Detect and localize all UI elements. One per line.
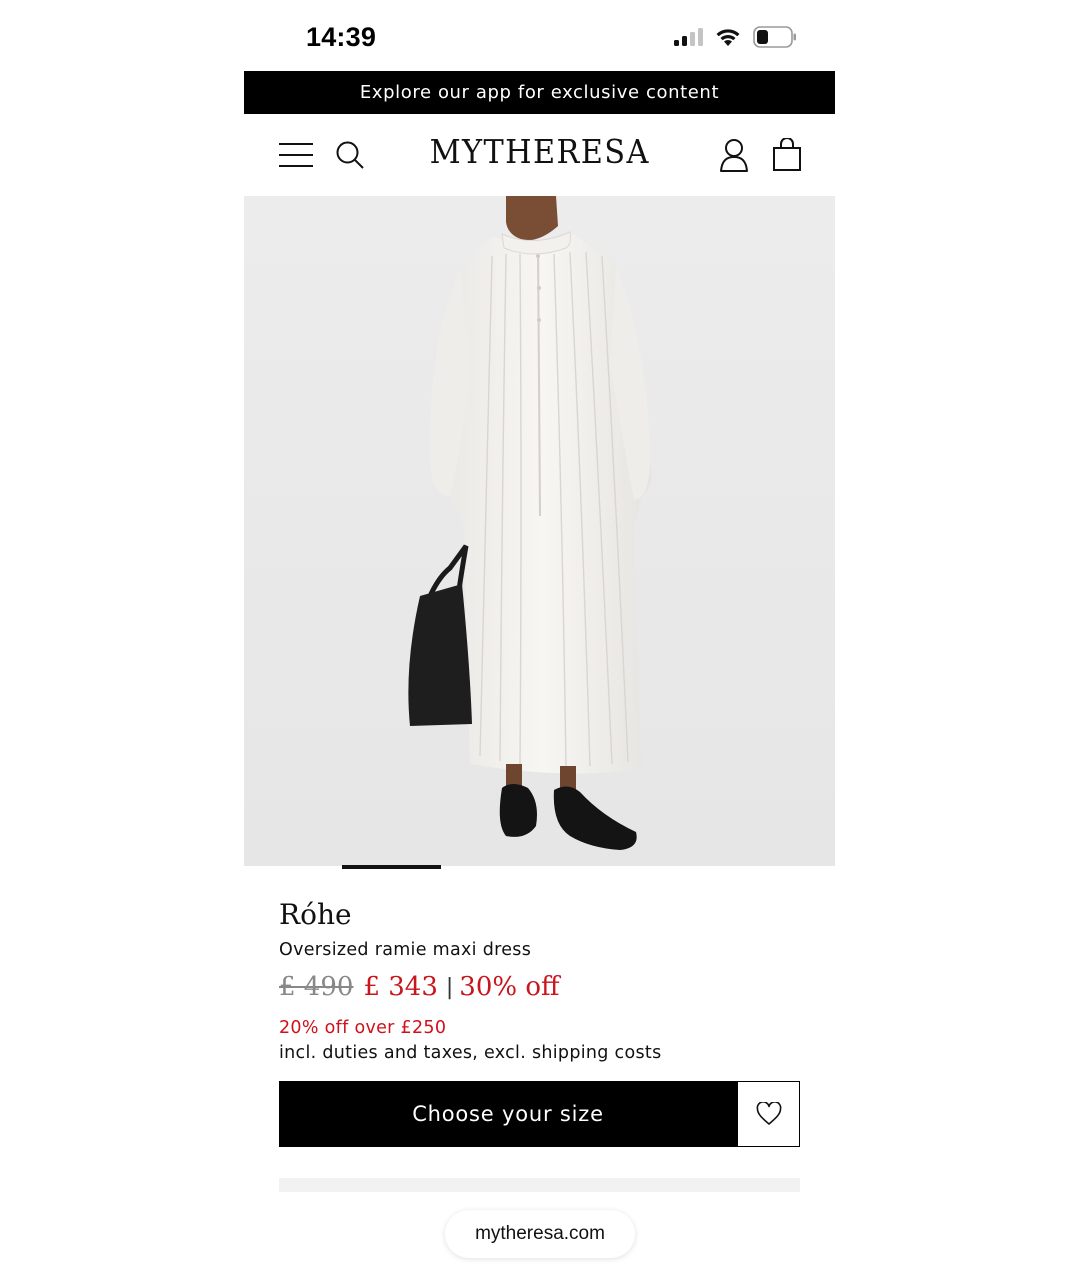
site-header: MYTHERESA	[244, 114, 835, 196]
account-icon	[720, 139, 748, 172]
status-time: 14:39	[306, 22, 377, 52]
wishlist-button[interactable]	[737, 1081, 800, 1147]
product-image[interactable]	[244, 196, 835, 866]
bag-button[interactable]	[768, 136, 806, 174]
original-price: £ 490	[279, 972, 354, 1002]
product-name: Oversized ramie maxi dress	[279, 940, 532, 960]
bag-icon	[773, 138, 801, 171]
product-brand[interactable]: Róhe	[279, 898, 352, 931]
phone-screen: 14:39 Explore our app for exclusive cont…	[244, 0, 835, 1280]
app-promo-banner[interactable]: Explore our app for exclusive content	[244, 71, 835, 114]
account-button[interactable]	[715, 136, 753, 174]
price-separator: |	[445, 974, 454, 1000]
tax-note: incl. duties and taxes, excl. shipping c…	[279, 1043, 662, 1063]
discount-label: 30% off	[459, 972, 560, 1002]
choose-size-button[interactable]: Choose your size	[279, 1081, 737, 1147]
gallery-progress-indicator	[342, 865, 441, 869]
browser-url-bar[interactable]: mytheresa.com	[445, 1210, 635, 1258]
sale-price: £ 343	[363, 972, 438, 1002]
status-icons	[673, 26, 797, 48]
heart-icon	[756, 1102, 781, 1125]
signal-icon	[674, 28, 703, 46]
dress-illustration	[244, 196, 835, 866]
wifi-icon	[716, 29, 740, 46]
battery-icon	[753, 26, 796, 48]
price-row: £ 490 £ 343 | 30% off	[279, 972, 559, 1002]
section-divider	[279, 1178, 800, 1192]
cta-row: Choose your size	[279, 1081, 800, 1147]
promo-note: 20% off over £250	[279, 1018, 447, 1038]
logo-text: MYTHERESA	[429, 132, 650, 171]
